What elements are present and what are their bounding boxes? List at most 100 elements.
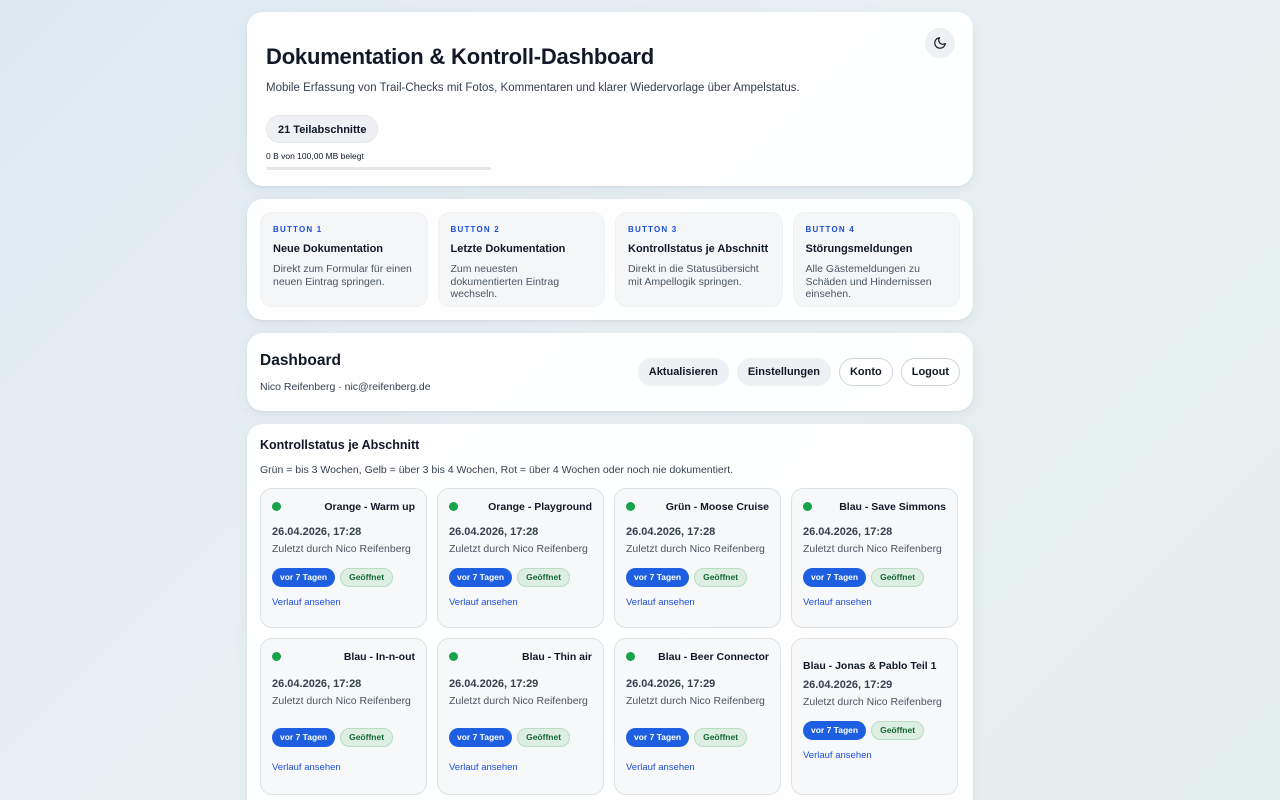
status-dot <box>626 652 635 661</box>
quick-button-new-documentation[interactable]: BUTTON 1 Neue Dokumentation Direkt zum F… <box>260 212 428 307</box>
status-dot <box>449 652 458 661</box>
section-name: Blau - Jonas & Pablo Teil 1 <box>803 660 937 672</box>
section-name: Blau - Save Simmons <box>839 501 946 513</box>
age-badge: vor 7 Tagen <box>449 568 513 587</box>
control-status-title: Kontrollstatus je Abschnitt <box>260 438 420 452</box>
quick-button-control-status[interactable]: BUTTON 3 Kontrollstatus je Abschnitt Dir… <box>615 212 783 307</box>
age-badge: vor 7 Tagen <box>803 721 867 740</box>
quick-button-description: Direkt zum Formular für einen neuen Eint… <box>273 263 412 288</box>
section-date: 26.04.2026, 17:29 <box>803 679 893 691</box>
section-date: 26.04.2026, 17:29 <box>626 678 716 690</box>
section-tile: Blau - Thin air 26.04.2026, 17:29 Zuletz… <box>437 638 604 795</box>
dashboard-info: Dashboard Nico Reifenberg · nic@reifenbe… <box>260 352 431 393</box>
section-tile: Orange - Playground 26.04.2026, 17:28 Zu… <box>437 488 604 628</box>
history-link[interactable]: Verlauf ansehen <box>272 597 341 608</box>
history-link[interactable]: Verlauf ansehen <box>272 762 341 773</box>
quick-button-title: Störungsmeldungen <box>805 243 913 255</box>
age-badge: vor 7 Tagen <box>449 728 513 747</box>
status-legend: Grün = bis 3 Wochen, Gelb = über 3 bis 4… <box>260 464 734 476</box>
section-last-by: Zuletzt durch Nico Reifenberg <box>803 543 942 555</box>
dashboard-bar: Dashboard Nico Reifenberg · nic@reifenbe… <box>247 333 973 411</box>
state-badge: Geöffnet <box>871 568 925 587</box>
section-date: 26.04.2026, 17:28 <box>626 526 716 538</box>
age-badge: vor 7 Tagen <box>272 568 336 587</box>
quick-button-title: Letzte Dokumentation <box>450 243 566 255</box>
age-badge: vor 7 Tagen <box>803 568 867 587</box>
section-name: Blau - In-n-out <box>343 651 415 663</box>
section-name: Orange - Warm up <box>324 501 415 513</box>
history-link[interactable]: Verlauf ansehen <box>626 597 695 608</box>
quick-button-tag: BUTTON 4 <box>805 225 855 234</box>
section-tile: Blau - In-n-out 26.04.2026, 17:28 Zuletz… <box>260 638 427 795</box>
quick-button-description: Direkt in die Statusübersicht mit Ampell… <box>628 263 759 288</box>
section-name: Blau - Beer Connector <box>658 651 769 663</box>
quick-actions-card: BUTTON 1 Neue Dokumentation Direkt zum F… <box>247 199 973 320</box>
status-dot <box>272 502 281 511</box>
age-badge: vor 7 Tagen <box>626 568 690 587</box>
quick-button-tag: BUTTON 2 <box>450 225 500 234</box>
storage-usage-bar <box>266 167 491 170</box>
section-last-by: Zuletzt durch Nico Reifenberg <box>626 543 765 555</box>
section-last-by: Zuletzt durch Nico Reifenberg <box>626 695 765 707</box>
moon-icon <box>934 37 946 49</box>
status-dot <box>803 502 812 511</box>
quick-button-description: Alle Gästemeldungen zu Schäden und Hinde… <box>805 263 932 300</box>
sections-count-badge: 21 Teilabschnitte <box>266 115 379 143</box>
section-tile: Blau - Beer Connector 26.04.2026, 17:29 … <box>614 638 781 795</box>
refresh-button[interactable]: Aktualisieren <box>637 358 729 386</box>
section-last-by: Zuletzt durch Nico Reifenberg <box>449 543 588 555</box>
page-container: Dokumentation & Kontroll-Dashboard Mobil… <box>247 12 973 800</box>
quick-button-incident-reports[interactable]: BUTTON 4 Störungsmeldungen Alle Gästemel… <box>792 212 960 307</box>
settings-button[interactable]: Einstellungen <box>736 358 831 386</box>
section-last-by: Zuletzt durch Nico Reifenberg <box>449 695 588 707</box>
quick-button-last-documentation[interactable]: BUTTON 2 Letzte Dokumentation Zum neuest… <box>437 212 605 307</box>
section-date: 26.04.2026, 17:28 <box>272 526 362 538</box>
section-name: Grün - Moose Cruise <box>665 501 769 513</box>
user-info: Nico Reifenberg · nic@reifenberg.de <box>260 380 431 393</box>
section-name: Blau - Thin air <box>521 651 592 663</box>
history-link[interactable]: Verlauf ansehen <box>449 597 518 608</box>
status-dot <box>272 652 281 661</box>
section-last-by: Zuletzt durch Nico Reifenberg <box>803 696 942 708</box>
quick-button-title: Neue Dokumentation <box>273 243 384 255</box>
quick-button-title: Kontrollstatus je Abschnitt <box>628 243 769 255</box>
section-date: 26.04.2026, 17:29 <box>449 678 539 690</box>
quick-button-description: Zum neuesten dokumentierten Eintrag wech… <box>450 263 560 300</box>
account-button[interactable]: Konto <box>838 358 893 386</box>
header-card: Dokumentation & Kontroll-Dashboard Mobil… <box>247 12 973 186</box>
history-link[interactable]: Verlauf ansehen <box>803 597 872 608</box>
quick-button-tag: BUTTON 1 <box>273 225 323 234</box>
section-name: Orange - Playground <box>488 501 592 513</box>
section-grid: Orange - Warm up 26.04.2026, 17:28 Zulet… <box>260 488 960 795</box>
state-badge: Geöffnet <box>694 568 748 587</box>
dashboard-actions: Aktualisieren Einstellungen Konto Logout <box>637 358 960 386</box>
section-last-by: Zuletzt durch Nico Reifenberg <box>272 695 411 707</box>
state-badge: Geöffnet <box>340 728 394 747</box>
state-badge: Geöffnet <box>517 728 571 747</box>
state-badge: Geöffnet <box>340 568 394 587</box>
page-subtitle: Mobile Erfassung von Trail-Checks mit Fo… <box>266 82 800 94</box>
logout-button[interactable]: Logout <box>900 358 960 386</box>
section-tile: Blau - Jonas & Pablo Teil 1 26.04.2026, … <box>791 638 958 795</box>
age-badge: vor 7 Tagen <box>272 728 336 747</box>
section-tile: Grün - Moose Cruise 26.04.2026, 17:28 Zu… <box>614 488 781 628</box>
section-tile: Orange - Warm up 26.04.2026, 17:28 Zulet… <box>260 488 427 628</box>
history-link[interactable]: Verlauf ansehen <box>803 750 872 761</box>
dashboard-title: Dashboard <box>260 351 341 369</box>
history-link[interactable]: Verlauf ansehen <box>626 762 695 773</box>
section-date: 26.04.2026, 17:28 <box>272 678 362 690</box>
section-tile: Blau - Save Simmons 26.04.2026, 17:28 Zu… <box>791 488 958 628</box>
quick-button-tag: BUTTON 3 <box>628 225 678 234</box>
status-dot <box>626 502 635 511</box>
state-badge: Geöffnet <box>517 568 571 587</box>
control-status-card: Kontrollstatus je Abschnitt Grün = bis 3… <box>247 424 973 800</box>
section-date: 26.04.2026, 17:28 <box>449 526 539 538</box>
theme-toggle-button[interactable] <box>925 28 955 58</box>
history-link[interactable]: Verlauf ansehen <box>449 762 518 773</box>
age-badge: vor 7 Tagen <box>626 728 690 747</box>
storage-usage-text: 0 B von 100,00 MB belegt <box>266 151 364 161</box>
section-last-by: Zuletzt durch Nico Reifenberg <box>272 543 411 555</box>
status-dot <box>449 502 458 511</box>
state-badge: Geöffnet <box>694 728 748 747</box>
page-title: Dokumentation & Kontroll-Dashboard <box>266 44 654 69</box>
